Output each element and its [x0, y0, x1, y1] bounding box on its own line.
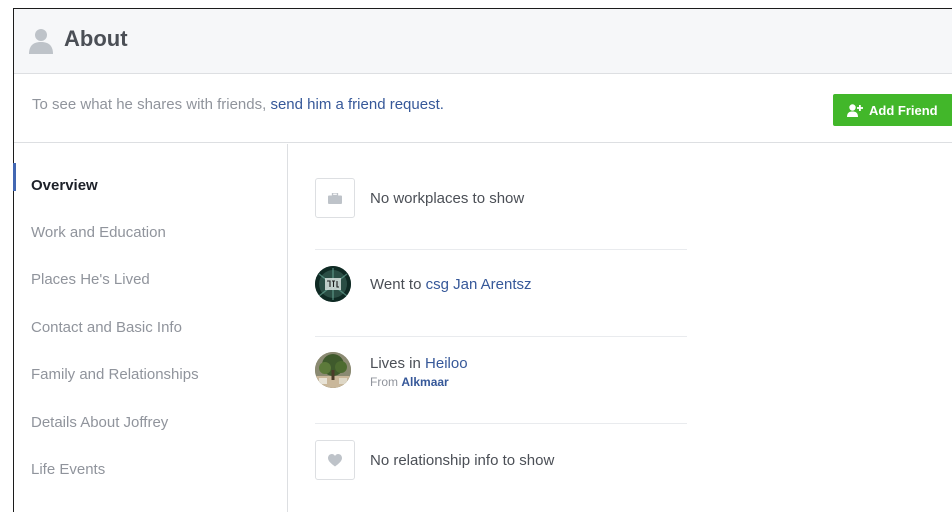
sidebar-item-contact-info[interactable]: Contact and Basic Info [31, 319, 182, 336]
notice-label: To see what he shares with friends, [32, 96, 271, 113]
row-divider [315, 249, 687, 250]
about-panel: About To see what he shares with friends… [13, 8, 952, 512]
friend-request-notice: To see what he shares with friends, send… [14, 74, 952, 143]
city-photo-icon [315, 352, 351, 388]
send-friend-request-link[interactable]: send him a friend request. [270, 96, 443, 113]
school-link[interactable]: csg Jan Arentsz [426, 276, 532, 293]
residence-row: Lives in Heiloo From Alkmaar [315, 351, 687, 395]
notice-text: To see what he shares with friends, send… [32, 96, 444, 113]
add-friend-icon [847, 103, 863, 117]
briefcase-icon [328, 192, 342, 204]
relationship-tile [315, 440, 355, 480]
sidebar-item-life-events[interactable]: Life Events [31, 461, 105, 478]
school-logo-icon [315, 266, 351, 302]
current-city-link[interactable]: Heiloo [425, 355, 468, 372]
lives-in-text: Lives in Heiloo [370, 355, 468, 372]
page-title: About [64, 26, 128, 51]
sidebar-item-work-and-education[interactable]: Work and Education [31, 224, 166, 241]
hometown-link[interactable]: Alkmaar [401, 375, 448, 389]
education-prefix: Went to [370, 276, 426, 293]
row-divider [315, 336, 687, 337]
city-avatar[interactable] [315, 352, 351, 388]
lives-prefix: Lives in [370, 355, 426, 372]
school-avatar[interactable] [315, 266, 351, 302]
sidebar-item-overview[interactable]: Overview [31, 177, 98, 194]
hometown-text: From Alkmaar [370, 375, 449, 389]
add-friend-label: Add Friend [869, 102, 938, 118]
sidebar-item-details-about[interactable]: Details About Joffrey [31, 414, 168, 431]
active-nav-indicator [13, 163, 16, 191]
about-sidebar: Overview Work and Education Places He's … [14, 144, 288, 512]
add-friend-button[interactable]: Add Friend [833, 94, 952, 126]
workplace-row: No workplaces to show [315, 178, 687, 220]
no-relationship-text: No relationship info to show [370, 452, 555, 469]
sidebar-item-places-lived[interactable]: Places He's Lived [31, 271, 150, 288]
relationship-row: No relationship info to show [315, 440, 687, 482]
sidebar-item-family-relationships[interactable]: Family and Relationships [31, 366, 199, 383]
education-text: Went to csg Jan Arentsz [370, 276, 531, 293]
overview-content: No workplaces to show Went to csg Jan Ar… [289, 144, 952, 512]
heart-icon [328, 453, 342, 466]
no-workplaces-text: No workplaces to show [370, 190, 525, 207]
workplace-tile [315, 178, 355, 218]
user-silhouette-icon [29, 29, 53, 54]
row-divider [315, 423, 687, 424]
about-header: About [14, 9, 952, 74]
education-row: Went to csg Jan Arentsz [315, 265, 687, 305]
from-prefix: From [370, 375, 402, 389]
